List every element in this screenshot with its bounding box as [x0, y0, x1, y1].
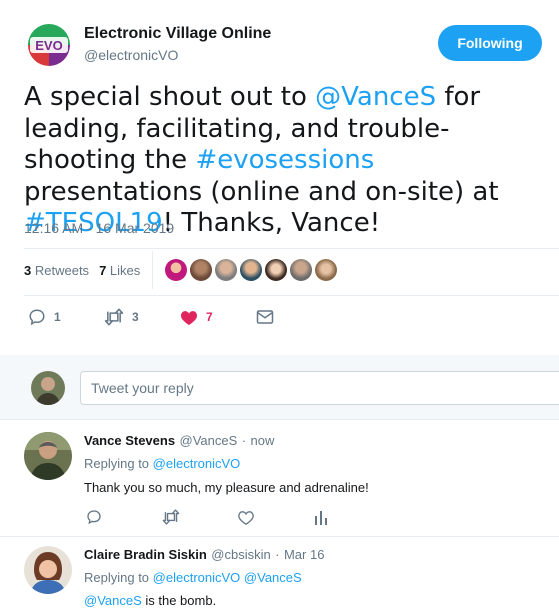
heart-icon: [238, 510, 254, 525]
tweet-actions: 1 3 7: [28, 308, 332, 326]
reply-author-name[interactable]: Vance Stevens: [84, 433, 175, 448]
liker-avatar[interactable]: [290, 259, 312, 281]
author-handle[interactable]: @electronicVO: [84, 47, 178, 63]
avatar: [31, 371, 65, 405]
mention-link[interactable]: @VanceS: [315, 82, 436, 112]
liker-avatar[interactable]: [315, 259, 337, 281]
following-button[interactable]: Following: [438, 25, 542, 61]
liker-avatar[interactable]: [165, 259, 187, 281]
tweet-text-segment: A special shout out to: [24, 82, 316, 112]
retweet-action[interactable]: 3: [104, 308, 180, 326]
divider: [0, 536, 559, 537]
tweet-text-segment: presentations (online and on-site) at: [24, 176, 499, 207]
author-name[interactable]: Electronic Village Online: [84, 25, 271, 43]
reply-dot: ·: [275, 547, 280, 562]
avatar: [24, 432, 72, 480]
reply-action[interactable]: 1: [28, 308, 104, 326]
replying-to-mention[interactable]: @electronicVO: [153, 456, 241, 471]
liker-avatar[interactable]: [265, 259, 287, 281]
avatar: [24, 546, 72, 594]
reply-header: Claire Bradin Siskin @cbsiskin · Mar 16: [84, 546, 324, 564]
tweet-text-segment: ! Thanks, Vance!: [162, 208, 381, 238]
stats-separator: [152, 251, 153, 289]
reply-input[interactable]: Tweet your reply: [80, 371, 559, 405]
current-user-avatar[interactable]: [31, 371, 65, 405]
tweet-text: A special shout out to @VanceS for leadi…: [24, 82, 556, 240]
retweet-count: 3: [132, 310, 139, 324]
analytics-icon: [315, 511, 327, 525]
liker-avatar[interactable]: [240, 259, 262, 281]
replying-to-mention[interactable]: @electronicVO: [153, 570, 241, 585]
reply-text: Thank you so much, my pleasure and adren…: [84, 480, 369, 495]
reply-header: Vance Stevens @VanceS · now: [84, 432, 274, 450]
liker-avatars: [165, 259, 337, 281]
divider: [24, 248, 559, 249]
logo-text: EVO: [35, 38, 62, 53]
reply-author-name[interactable]: Claire Bradin Siskin: [84, 547, 207, 562]
reply-text: @VanceS is the bomb.: [84, 593, 217, 608]
retweet-action[interactable]: [162, 509, 238, 525]
like-action[interactable]: 7: [180, 309, 256, 326]
reply-actions: [86, 509, 390, 525]
analytics-action[interactable]: [314, 509, 390, 525]
divider: [0, 419, 559, 420]
hashtag-link[interactable]: #evosessions: [195, 145, 374, 175]
account-logo[interactable]: EVO: [24, 20, 74, 70]
divider: [24, 295, 559, 296]
reply-avatar-claire[interactable]: [24, 546, 72, 594]
tweet-stats: 3 Retweets 7 Likes: [24, 263, 140, 278]
like-action[interactable]: [238, 510, 314, 525]
reply-time[interactable]: Mar 16: [284, 547, 324, 562]
replying-to-mention[interactable]: @VanceS: [244, 570, 302, 585]
liker-avatar[interactable]: [190, 259, 212, 281]
retweets-stat[interactable]: 3 Retweets: [24, 263, 89, 278]
liker-avatar[interactable]: [215, 259, 237, 281]
reply-avatar-vance[interactable]: [24, 432, 72, 480]
like-count: 7: [206, 310, 213, 324]
replying-to-line: Replying to @electronicVO @VanceS: [84, 570, 302, 585]
envelope-icon: [256, 310, 274, 324]
replying-to-line: Replying to @electronicVO: [84, 456, 241, 471]
retweet-icon: [104, 308, 124, 326]
tweet-timestamp[interactable]: 12:16 AM - 16 Mar 2019: [24, 220, 174, 236]
retweet-icon: [162, 509, 180, 525]
reply-icon: [29, 309, 45, 326]
reply-time[interactable]: now: [251, 433, 275, 448]
heart-icon: [180, 310, 198, 325]
direct-message-action[interactable]: [256, 309, 332, 325]
reply-author-handle[interactable]: @cbsiskin: [211, 547, 270, 562]
evo-logo-icon: EVO: [24, 20, 74, 70]
mention-link[interactable]: @VanceS: [84, 593, 142, 608]
reply-author-handle[interactable]: @VanceS: [180, 433, 238, 448]
reply-icon: [87, 510, 101, 525]
reply-count: 1: [54, 310, 61, 324]
reply-action[interactable]: [86, 509, 162, 525]
reply-dot: ·: [241, 433, 247, 448]
likes-stat[interactable]: 7 Likes: [99, 263, 140, 278]
